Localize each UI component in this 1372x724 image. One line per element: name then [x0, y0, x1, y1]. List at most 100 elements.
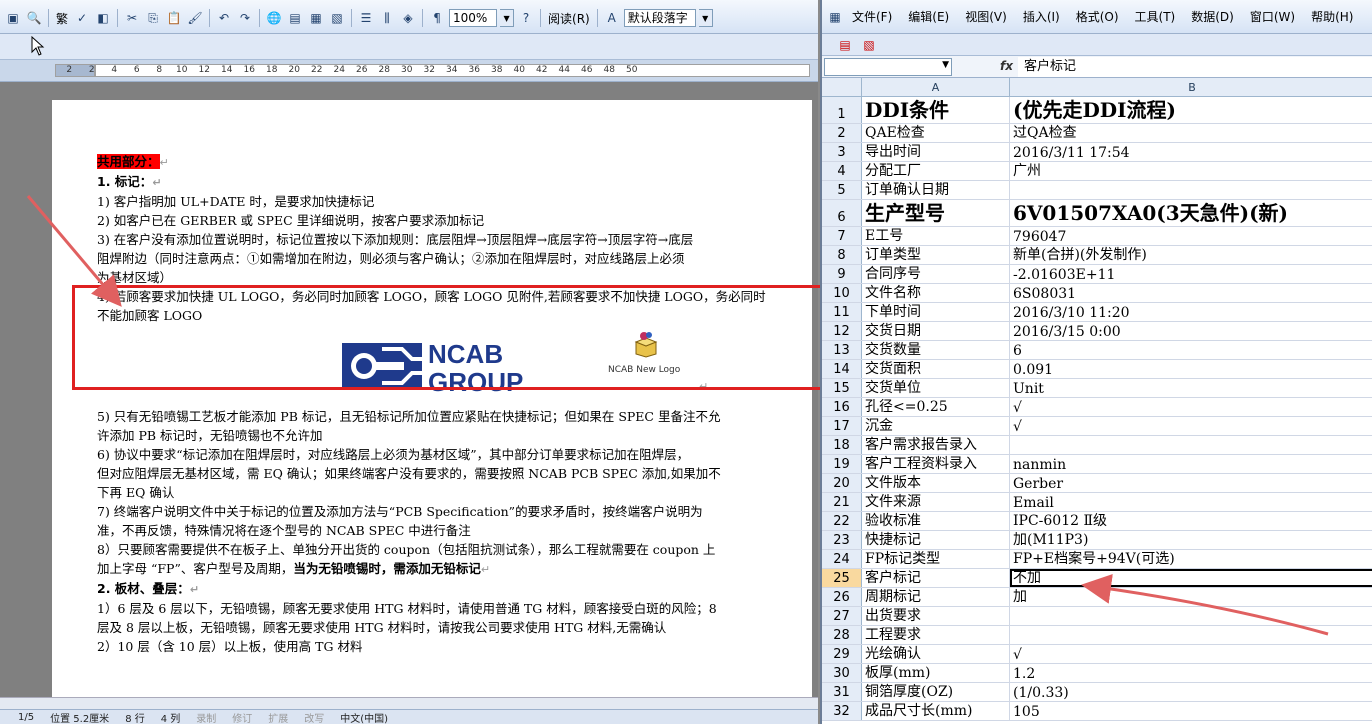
- cell-b[interactable]: 新单(合拼)(外发制作): [1010, 246, 1372, 264]
- row-header[interactable]: 19: [822, 455, 862, 473]
- status-overtype[interactable]: 改写: [304, 710, 324, 724]
- row-header[interactable]: 28: [822, 626, 862, 644]
- cell-a[interactable]: 板厚(mm): [862, 664, 1010, 682]
- cell-b[interactable]: Unit: [1010, 379, 1372, 397]
- row-header[interactable]: 17: [822, 417, 862, 435]
- row-header[interactable]: 7: [822, 227, 862, 245]
- excel-sheet-icon[interactable]: ▧: [328, 9, 346, 27]
- show-formatting-icon[interactable]: ¶: [428, 9, 446, 27]
- cell-b[interactable]: 796047: [1010, 227, 1372, 245]
- cell-a[interactable]: 下单时间: [862, 303, 1010, 321]
- cell-a[interactable]: 交货日期: [862, 322, 1010, 340]
- cell-b[interactable]: 广州: [1010, 162, 1372, 180]
- paste-icon[interactable]: 📋: [165, 9, 183, 27]
- row-header[interactable]: 18: [822, 436, 862, 454]
- copy-icon[interactable]: ⎘: [144, 9, 162, 27]
- drawing-icon[interactable]: ⫼: [378, 9, 396, 27]
- cell-a[interactable]: 客户需求报告录入: [862, 436, 1010, 454]
- zoom-dropdown-icon[interactable]: ▼: [500, 9, 515, 27]
- document-map-icon[interactable]: ◈: [399, 9, 417, 27]
- status-track[interactable]: 修订: [232, 710, 252, 724]
- menu-item[interactable]: 格式(O): [1068, 8, 1127, 25]
- cell-a[interactable]: 光绘确认: [862, 645, 1010, 663]
- cell-a[interactable]: DDI条件: [862, 97, 1010, 123]
- menu-item[interactable]: 视图(V): [957, 8, 1015, 25]
- cell-a[interactable]: 文件版本: [862, 474, 1010, 492]
- cell-a[interactable]: QAE检查: [862, 124, 1010, 142]
- document-body[interactable]: 共用部分：↵ 1. 标记：↵ 1) 客户指明加 UL+DATE 时，是要求加快捷…: [97, 152, 797, 656]
- research-icon[interactable]: ◧: [94, 9, 112, 27]
- cell-a[interactable]: 沉金: [862, 417, 1010, 435]
- cell-b[interactable]: [1010, 436, 1372, 454]
- row-header[interactable]: 22: [822, 512, 862, 530]
- row-header[interactable]: 5: [822, 181, 862, 199]
- style-dropdown-icon[interactable]: ▼: [698, 9, 713, 27]
- row-header[interactable]: 13: [822, 341, 862, 359]
- excel-app-icon[interactable]: ▦: [826, 8, 844, 26]
- cell-a[interactable]: 成品尺寸长(mm): [862, 702, 1010, 720]
- spreadsheet-grid[interactable]: 1 DDI条件 (优先走DDI流程) 2 QAE检查 过QA检查 3 导出时间 2016/3/1…: [822, 97, 1372, 721]
- row-header[interactable]: 2: [822, 124, 862, 142]
- horizontal-scrollbar[interactable]: [0, 697, 818, 709]
- cell-a[interactable]: 交货数量: [862, 341, 1010, 359]
- format-painter-icon[interactable]: 🖌: [186, 9, 204, 27]
- menu-item[interactable]: 编辑(E): [900, 8, 957, 25]
- cell-b[interactable]: 0.091: [1010, 360, 1372, 378]
- row-header[interactable]: 6: [822, 200, 862, 226]
- cell-a[interactable]: 验收标准: [862, 512, 1010, 530]
- cell-a[interactable]: 铜箔厚度(OZ): [862, 683, 1010, 701]
- cell-a[interactable]: FP标记类型: [862, 550, 1010, 568]
- cell-a[interactable]: E工号: [862, 227, 1010, 245]
- menu-item[interactable]: 帮助(H): [1303, 8, 1361, 25]
- traditional-chinese-button[interactable]: 繁: [54, 10, 70, 27]
- cell-a[interactable]: 交货面积: [862, 360, 1010, 378]
- pdf-settings-icon[interactable]: ▧: [860, 36, 878, 54]
- insert-table-icon[interactable]: ▦: [307, 9, 325, 27]
- row-header[interactable]: 21: [822, 493, 862, 511]
- cell-a[interactable]: 交货单位: [862, 379, 1010, 397]
- row-header[interactable]: 23: [822, 531, 862, 549]
- cell-b[interactable]: [1010, 626, 1372, 644]
- row-header[interactable]: 29: [822, 645, 862, 663]
- cell-a[interactable]: 孔径<=0.25: [862, 398, 1010, 416]
- row-header[interactable]: 11: [822, 303, 862, 321]
- row-header[interactable]: 12: [822, 322, 862, 340]
- cell-b[interactable]: 105: [1010, 702, 1372, 720]
- horizontal-ruler[interactable]: 2 2 4 6 8 10 12 14 16 18 20 22 24 26 28 30 32 34 36 38 40 42 4…: [0, 60, 818, 82]
- columns-icon[interactable]: ☰: [357, 9, 375, 27]
- cell-b[interactable]: -2.01603E+11: [1010, 265, 1372, 283]
- cell-b[interactable]: 2016/3/11 17:54: [1010, 143, 1372, 161]
- row-header[interactable]: 30: [822, 664, 862, 682]
- menu-item[interactable]: 窗口(W): [1242, 8, 1303, 25]
- cell-a[interactable]: 周期标记: [862, 588, 1010, 606]
- row-header[interactable]: 3: [822, 143, 862, 161]
- print-preview-icon[interactable]: 🔍: [25, 9, 43, 27]
- styles-icon[interactable]: A: [603, 9, 621, 27]
- cell-b[interactable]: √: [1010, 645, 1372, 663]
- row-header[interactable]: 10: [822, 284, 862, 302]
- row-header[interactable]: 4: [822, 162, 862, 180]
- cell-b[interactable]: 加: [1010, 588, 1372, 606]
- cell-b[interactable]: (优先走DDI流程): [1010, 97, 1372, 123]
- cell-b[interactable]: Email: [1010, 493, 1372, 511]
- cell-a[interactable]: 工程要求: [862, 626, 1010, 644]
- menu-item[interactable]: 数据(D): [1183, 8, 1242, 25]
- cell-b[interactable]: 1.2: [1010, 664, 1372, 682]
- cell-b[interactable]: 2016/3/15 0:00: [1010, 322, 1372, 340]
- menu-item[interactable]: 工具(T): [1127, 8, 1184, 25]
- cell-a[interactable]: 分配工厂: [862, 162, 1010, 180]
- spelling-icon[interactable]: ✓: [73, 9, 91, 27]
- column-header-a[interactable]: A: [862, 78, 1010, 96]
- cell-a[interactable]: 出货要求: [862, 607, 1010, 625]
- cell-b[interactable]: √: [1010, 417, 1372, 435]
- cell-a[interactable]: 客户标记: [862, 569, 1010, 587]
- help-icon[interactable]: ?: [517, 9, 535, 27]
- cell-a[interactable]: 合同序号: [862, 265, 1010, 283]
- cell-b[interactable]: FP+E档案号+94V(可选): [1010, 550, 1372, 568]
- row-header[interactable]: 26: [822, 588, 862, 606]
- cell-a[interactable]: 订单类型: [862, 246, 1010, 264]
- cell-a[interactable]: 文件名称: [862, 284, 1010, 302]
- row-header[interactable]: 1: [822, 97, 862, 123]
- cell-a[interactable]: 快捷标记: [862, 531, 1010, 549]
- cell-a[interactable]: 客户工程资料录入: [862, 455, 1010, 473]
